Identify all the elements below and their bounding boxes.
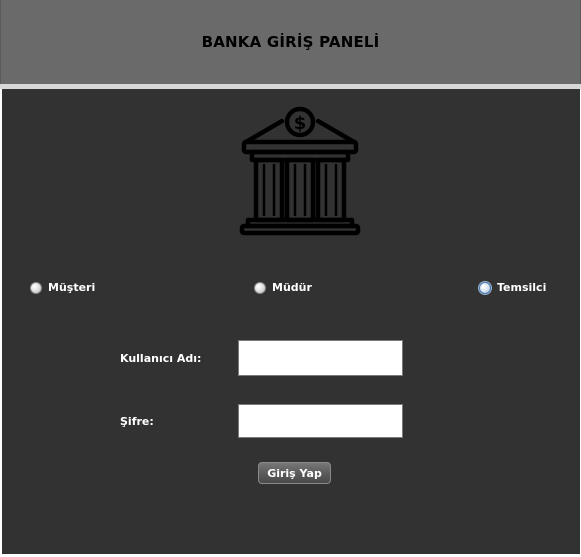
login-button[interactable]: Giriş Yap (258, 462, 331, 484)
radio-mudur-label: Müdür (272, 281, 312, 294)
radio-mudur[interactable]: Müdür (254, 281, 312, 294)
header-bar: BANKA GİRİŞ PANELİ (0, 0, 581, 84)
password-field[interactable] (238, 404, 403, 438)
radio-temsilci-dot[interactable] (479, 281, 491, 294)
dollar-symbol: $ (294, 113, 307, 134)
radio-temsilci[interactable]: Temsilci (479, 281, 546, 294)
password-label: Şifre: (120, 415, 154, 428)
radio-temsilci-label: Temsilci (497, 281, 547, 294)
page-title: BANKA GİRİŞ PANELİ (201, 33, 380, 51)
username-field[interactable] (238, 340, 403, 376)
login-window: BANKA GİRİŞ PANELİ $ Müşteri Müdür Temsi… (0, 0, 581, 557)
radio-musteri[interactable]: Müşteri (30, 281, 95, 294)
radio-mudur-dot[interactable] (254, 281, 266, 294)
radio-musteri-dot[interactable] (30, 281, 42, 294)
username-label: Kullanıcı Adı: (120, 352, 202, 365)
radio-musteri-label: Müşteri (48, 281, 96, 294)
bank-icon: $ (239, 106, 361, 236)
